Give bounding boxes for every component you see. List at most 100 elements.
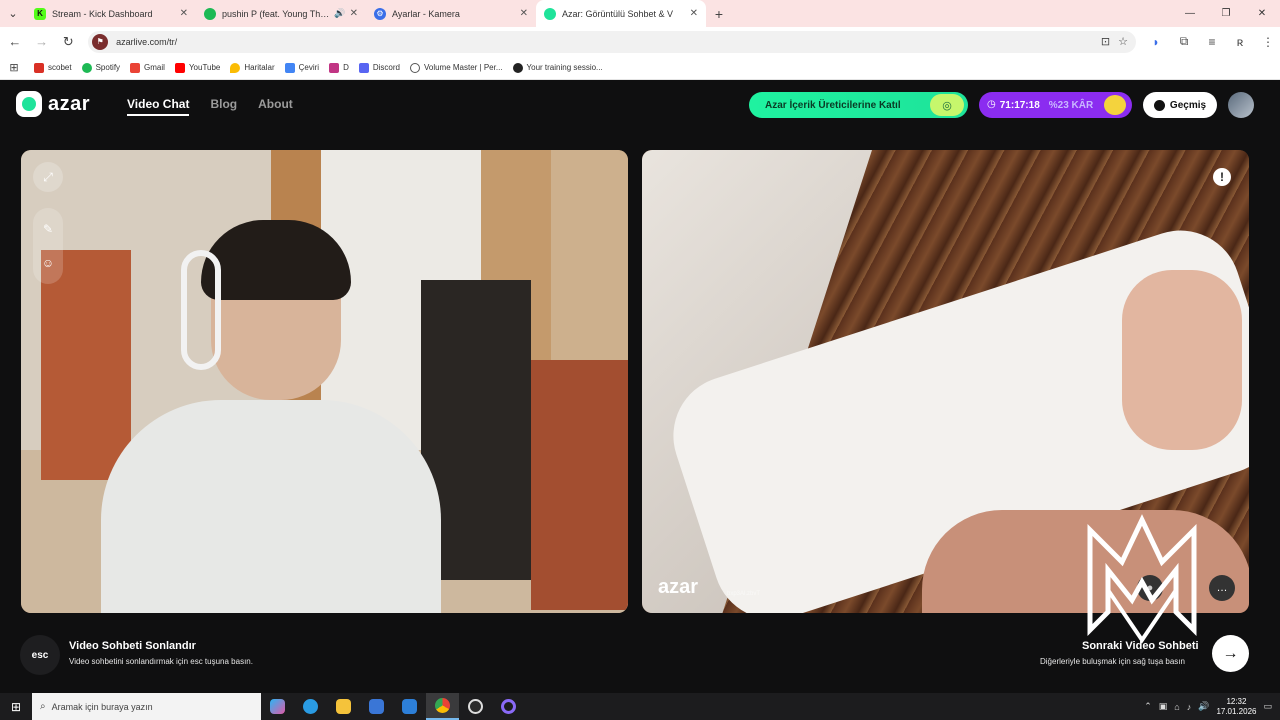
- bookmark-item[interactable]: Discord: [358, 62, 400, 73]
- bookmark-star-icon[interactable]: ☆: [1118, 35, 1128, 48]
- omnibox-icons: ⊡ ☆: [1101, 35, 1136, 48]
- azar-logo-icon: [16, 91, 42, 117]
- gem-offer-button[interactable]: ◷ 71:17:18 %23 KÂR: [979, 92, 1132, 118]
- forward-arrow-icon[interactable]: →: [30, 30, 54, 54]
- bookmark-label: scobet: [48, 63, 72, 72]
- speaker-icon[interactable]: 🔊: [334, 8, 345, 19]
- maps-pin-icon: [230, 62, 241, 73]
- tray-chevron-icon[interactable]: ⌃: [1144, 701, 1152, 712]
- obs-app-icon[interactable]: [459, 693, 492, 720]
- tray-app-icon[interactable]: ▣: [1159, 701, 1168, 712]
- url-text[interactable]: azarlive.com/tr/: [116, 37, 1101, 47]
- notifications-icon[interactable]: ▭: [1263, 701, 1272, 712]
- media-control-icon[interactable]: ≡: [1200, 30, 1224, 54]
- kebab-menu-icon[interactable]: ⋮: [1256, 30, 1280, 54]
- bookmark-item[interactable]: scobet: [34, 62, 72, 73]
- next-chat-arrow-button[interactable]: →: [1212, 635, 1249, 672]
- install-app-icon[interactable]: ⊡: [1101, 35, 1110, 48]
- creator-promo-button[interactable]: Azar İçerik Üreticilerine Katıl ◎: [749, 92, 968, 118]
- bookmark-item[interactable]: D: [329, 62, 349, 73]
- profile-icon[interactable]: ʀ: [1228, 30, 1252, 54]
- report-icon[interactable]: !: [1213, 168, 1231, 186]
- offer-timer: 71:17:18: [999, 99, 1040, 111]
- tab-search-chevron-icon[interactable]: ⌄: [0, 0, 26, 27]
- bookmark-item[interactable]: Volume Master | Per...: [409, 62, 503, 73]
- next-chat-title: Sonraki Video Sohbeti: [1082, 640, 1199, 652]
- volume-icon[interactable]: 🔊: [1198, 701, 1209, 712]
- red-cabinet: [531, 360, 628, 610]
- file-explorer-icon[interactable]: [327, 693, 360, 720]
- extension-icon[interactable]: ◗: [1144, 30, 1168, 54]
- bookmark-label: Çeviri: [298, 63, 320, 72]
- bookmark-item[interactable]: Your training sessio...: [512, 62, 603, 73]
- azar-logo[interactable]: azar: [16, 91, 90, 117]
- history-button[interactable]: Geçmiş: [1143, 92, 1217, 118]
- browser-tab[interactable]: ⚙ Ayarlar - Kamera ✕: [366, 0, 536, 27]
- mail-app-icon[interactable]: [393, 693, 426, 720]
- copilot-app-icon[interactable]: [261, 693, 294, 720]
- fullscreen-icon[interactable]: ⤢: [33, 162, 63, 192]
- minimize-icon[interactable]: —: [1172, 0, 1208, 27]
- network-icon[interactable]: ⌂: [1174, 702, 1179, 712]
- omnibox[interactable]: ⚑ azarlive.com/tr/ ⊡ ☆: [88, 30, 1136, 53]
- main-nav: Video Chat Blog About: [127, 97, 293, 116]
- history-clock-icon: [1153, 99, 1165, 111]
- tab-close-icon[interactable]: ✕: [520, 8, 528, 19]
- tab-close-icon[interactable]: ✕: [350, 8, 358, 19]
- volume-master-icon: [409, 62, 420, 73]
- edge-app-icon[interactable]: [294, 693, 327, 720]
- new-tab-plus-icon[interactable]: +: [706, 0, 732, 27]
- restore-icon[interactable]: ❐: [1208, 0, 1244, 27]
- azar-logo-text: azar: [48, 92, 91, 115]
- search-placeholder: Aramak için buraya yazın: [51, 701, 153, 712]
- end-chat-subtitle: Video sohbetini sonlandırmak için esc tu…: [69, 657, 253, 666]
- store-app-icon[interactable]: [360, 693, 393, 720]
- person-hoodie: [101, 400, 441, 613]
- close-window-icon[interactable]: ✕: [1244, 0, 1280, 27]
- reload-icon[interactable]: ↻: [56, 30, 80, 54]
- browser-tab[interactable]: K Stream - Kick Dashboard ✕: [26, 0, 196, 27]
- timer-clock-icon: ◷: [987, 99, 996, 110]
- kick-favicon-icon: K: [34, 7, 46, 20]
- chrome-app-icon[interactable]: [426, 693, 459, 720]
- microphone-icon[interactable]: ♪: [1187, 702, 1192, 712]
- address-bar-row: ← → ↻ ⚑ azarlive.com/tr/ ⊡ ☆ ◗ ⧉ ≡ ʀ ⋮: [0, 27, 1280, 56]
- bookmark-item[interactable]: Haritalar: [230, 62, 275, 73]
- nav-about[interactable]: About: [258, 97, 293, 116]
- circle-app-icon[interactable]: [492, 693, 525, 720]
- youtube-icon: [174, 62, 185, 73]
- face-filter-icon[interactable]: ☺: [33, 248, 63, 278]
- local-video: ⤢ ✎ ☺: [21, 150, 628, 613]
- nav-video-chat[interactable]: Video Chat: [127, 97, 190, 116]
- browser-tab-bar: ⌄ K Stream - Kick Dashboard ✕ pushin P (…: [0, 0, 1280, 27]
- nav-blog[interactable]: Blog: [210, 97, 237, 116]
- bookmark-item[interactable]: Çeviri: [284, 62, 320, 73]
- browser-tab[interactable]: pushin P (feat. Young Thug) 🔊 ✕: [196, 0, 366, 27]
- bookmark-label: Haritalar: [244, 63, 275, 72]
- puzzle-extensions-icon[interactable]: ⧉: [1172, 30, 1196, 54]
- taskbar-search-input[interactable]: ⌕ Aramak için buraya yazın: [32, 693, 261, 720]
- apps-grid-icon[interactable]: ⊞: [6, 60, 22, 76]
- hand: [1122, 270, 1242, 450]
- windows-start-icon[interactable]: ⊞: [0, 693, 32, 720]
- bookmarks-bar: ⊞ scobet Spotify Gmail YouTube Haritalar…: [0, 56, 1280, 80]
- site-header: azar Video Chat Blog About Azar İçerik Ü…: [0, 81, 1280, 129]
- tab-close-icon[interactable]: ✕: [690, 8, 698, 19]
- user-avatar[interactable]: [1228, 92, 1254, 118]
- taskbar-clock[interactable]: 12:32 17.01.2026: [1216, 697, 1256, 717]
- bookmark-item[interactable]: YouTube: [174, 62, 220, 73]
- tab-title: Stream - Kick Dashboard: [52, 8, 153, 19]
- site-info-icon[interactable]: ⚑: [92, 33, 109, 50]
- bookmark-item[interactable]: Gmail: [130, 62, 165, 73]
- back-arrow-icon[interactable]: ←: [3, 30, 27, 54]
- esc-key-badge[interactable]: esc: [20, 635, 60, 675]
- settings-gear-favicon-icon: ⚙: [374, 7, 386, 20]
- cabinet: [41, 250, 131, 480]
- bookmark-item[interactable]: Spotify: [81, 62, 120, 73]
- tab-close-icon[interactable]: ✕: [180, 8, 188, 19]
- azar-favicon-icon: [544, 7, 556, 20]
- browser-tab-active[interactable]: Azar: Görüntülü Sohbet & V ✕: [536, 0, 706, 27]
- magic-wand-icon[interactable]: ✎: [33, 214, 63, 244]
- chat-bubble-icon[interactable]: …: [1209, 575, 1235, 601]
- bookmark-label: Your training sessio...: [526, 63, 603, 72]
